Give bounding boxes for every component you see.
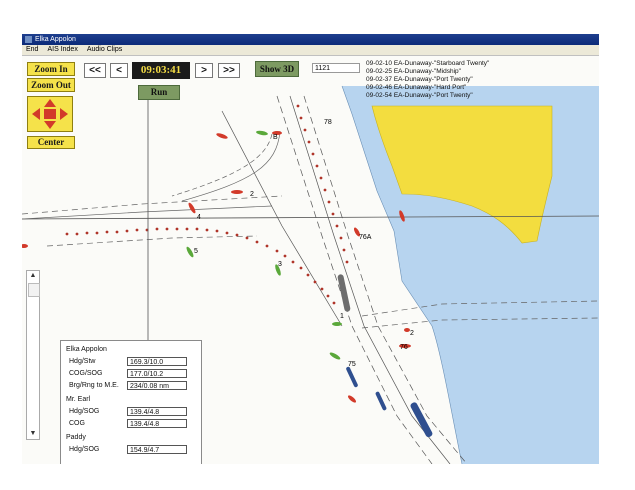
field-label: COG: [69, 420, 85, 427]
field-label: Hdg/SOG: [69, 446, 100, 453]
buoy-label-2b: 2: [410, 330, 414, 337]
channel-diag: [221, 110, 343, 327]
vessel-name: Mr. Earl: [66, 396, 91, 403]
field-value: 139.4/4.8: [127, 407, 187, 416]
menu-audio-clips[interactable]: Audio Clips: [87, 46, 122, 53]
buoy-label-76: 76: [400, 344, 408, 351]
field-value: 139.4/4.8: [127, 419, 187, 428]
channel-curve-2: [171, 133, 273, 197]
vertical-scrollbar[interactable]: ▲ ▼: [26, 270, 40, 440]
log-line: 09-02-46 EA-Dunaway-"Hard Port": [366, 84, 467, 91]
center-button[interactable]: Center: [27, 136, 75, 149]
run-button[interactable]: Run: [138, 85, 180, 100]
field-value: 177.0/10.2: [127, 369, 187, 378]
field-label: Brg/Rng to M.E.: [69, 382, 119, 389]
value-box: 1121: [312, 63, 360, 73]
field-value: 169.3/10.0: [127, 357, 187, 366]
rewind-fast-button[interactable]: <<: [84, 63, 106, 78]
scroll-thumb[interactable]: [28, 283, 40, 297]
log-line: 09-02-10 EA-Dunaway-"Starboard Twenty": [366, 60, 490, 67]
time-display: 09:03:41: [132, 62, 190, 79]
menu-ais-index[interactable]: AIS Index: [47, 46, 77, 53]
channel-edge-west-s: [46, 235, 258, 247]
vessel-name: Elka Appolon: [66, 346, 107, 353]
field-value: 234/0.08 nm: [127, 381, 187, 390]
title-bar: Elka Appolon: [22, 34, 599, 45]
vessel-tow: [410, 402, 433, 438]
field-label: COG/SOG: [69, 370, 103, 377]
buoy-label-5: 5: [194, 248, 198, 255]
buoy-label-1: 1: [340, 313, 344, 320]
log-line: 09-02-25 EA-Dunaway-"Midship": [366, 68, 461, 75]
buoy-label-2: 2: [250, 191, 254, 198]
pan-control[interactable]: [27, 96, 73, 132]
field-label: Hdg/SOG: [69, 408, 100, 415]
vessel-track: [65, 104, 349, 305]
log-line: 09-02-37 EA-Dunaway-"Port Twenty": [366, 76, 473, 83]
vessel-mr-earl: [346, 366, 358, 388]
buoy-label-b: B: [273, 134, 278, 141]
zoom-in-button[interactable]: Zoom In: [27, 62, 75, 76]
menu-end[interactable]: End: [26, 46, 38, 53]
helm-order-log: 09-02-10 EA-Dunaway-"Starboard Twenty" 0…: [366, 60, 489, 100]
log-line: 09-02-54 EA-Dunaway-"Port Twenty": [366, 92, 473, 99]
chart-map[interactable]: B 2 4 5 3 1 76A 75 76 78 2 Zoom In Zoom …: [22, 56, 599, 464]
field-label: Hdg/Stw: [69, 358, 96, 365]
forward-button[interactable]: >: [195, 63, 213, 78]
show-3d-button[interactable]: Show 3D: [255, 61, 299, 77]
menu-bar: End AIS Index Audio Clips: [22, 45, 599, 56]
channel-west-mid: [22, 205, 273, 220]
buoy-label-78: 78: [324, 119, 332, 126]
scroll-up-icon[interactable]: ▲: [27, 271, 39, 281]
vessel-info-panel: Elka Appolon Hdg/Stw 169.3/10.0 COG/SOG …: [60, 340, 202, 464]
vessel-paddy: [375, 391, 387, 411]
buoy-label-3: 3: [278, 261, 282, 268]
rewind-button[interactable]: <: [110, 63, 128, 78]
pan-arrows-icon: [32, 99, 68, 129]
zoom-out-button[interactable]: Zoom Out: [27, 78, 75, 92]
window-title: Elka Appolon: [35, 36, 76, 43]
buoy-label-76a: 76A: [359, 234, 372, 241]
channel-curve: [181, 130, 281, 202]
scroll-down-icon[interactable]: ▼: [27, 429, 39, 439]
app-icon: [25, 36, 32, 43]
forward-fast-button[interactable]: >>: [218, 63, 240, 78]
buoy-label-75: 75: [348, 361, 356, 368]
app-window: Elka Appolon End AIS Index Audio Clips B…: [22, 34, 599, 464]
vessel-name: Paddy: [66, 434, 86, 441]
field-value: 154.9/4.7: [127, 445, 187, 454]
buoy-label-4: 4: [197, 214, 201, 221]
